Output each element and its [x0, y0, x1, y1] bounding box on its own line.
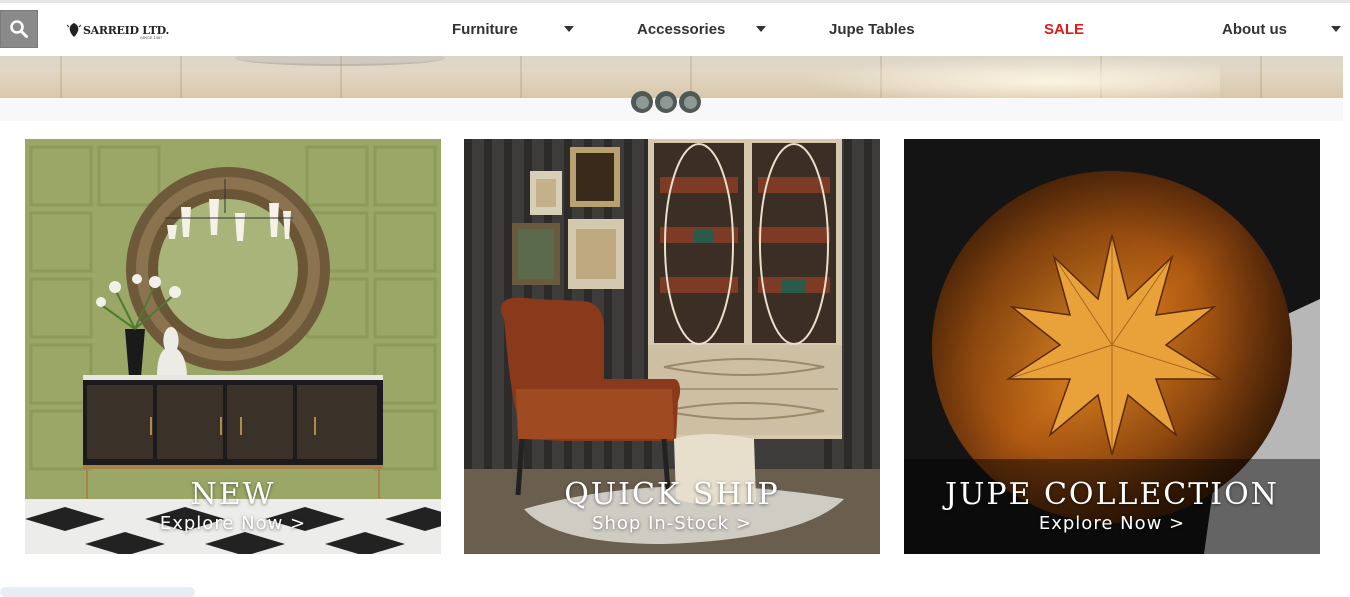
- tile-quick-ship-link[interactable]: Shop In-Stock >: [464, 513, 880, 534]
- search-icon: [10, 20, 28, 38]
- nav-about-us[interactable]: About us: [1222, 21, 1287, 38]
- chevron-down-icon[interactable]: [756, 26, 766, 32]
- bottom-bar: [0, 587, 195, 597]
- nav-sale[interactable]: SALE: [1044, 21, 1084, 38]
- tile-new[interactable]: NEW Explore Now >: [25, 139, 441, 554]
- floor-plank: [340, 56, 342, 98]
- tile-quick-ship[interactable]: QUICK SHIP Shop In-Stock >: [464, 139, 880, 554]
- site-header: SARREID LTD. SINCE 1967 Furniture Access…: [0, 3, 1350, 56]
- floor-plank: [60, 56, 62, 98]
- tile-quick-ship-title: QUICK SHIP: [564, 477, 780, 512]
- tile-new-title: NEW: [190, 477, 276, 512]
- light-glow: [800, 56, 1220, 98]
- tile-jupe-collection[interactable]: JUPE COLLECTION Explore Now >: [904, 139, 1320, 554]
- floor-plank: [1260, 56, 1262, 98]
- carousel-dot-2[interactable]: [655, 91, 677, 113]
- crest-icon: [67, 23, 81, 37]
- nav-accessories[interactable]: Accessories: [637, 21, 725, 38]
- tile-new-link[interactable]: Explore Now >: [25, 513, 441, 534]
- brand-logo[interactable]: SARREID LTD. SINCE 1967: [67, 17, 169, 43]
- nav-furniture[interactable]: Furniture: [452, 21, 518, 38]
- chevron-down-icon[interactable]: [564, 26, 574, 32]
- carousel-dot-3[interactable]: [679, 91, 701, 113]
- search-button[interactable]: [0, 10, 38, 48]
- carousel-dots: [631, 91, 701, 113]
- nav-jupe-tables[interactable]: Jupe Tables: [829, 21, 915, 38]
- chevron-down-icon[interactable]: [1331, 26, 1341, 32]
- logo-since: SINCE 1967: [140, 35, 163, 40]
- tile-jupe-collection-title: JUPE COLLECTION: [945, 477, 1279, 512]
- tile-jupe-collection-link[interactable]: Explore Now >: [904, 513, 1320, 534]
- floor-plank: [520, 56, 522, 98]
- carousel-dot-1[interactable]: [631, 91, 653, 113]
- floor-plank: [180, 56, 182, 98]
